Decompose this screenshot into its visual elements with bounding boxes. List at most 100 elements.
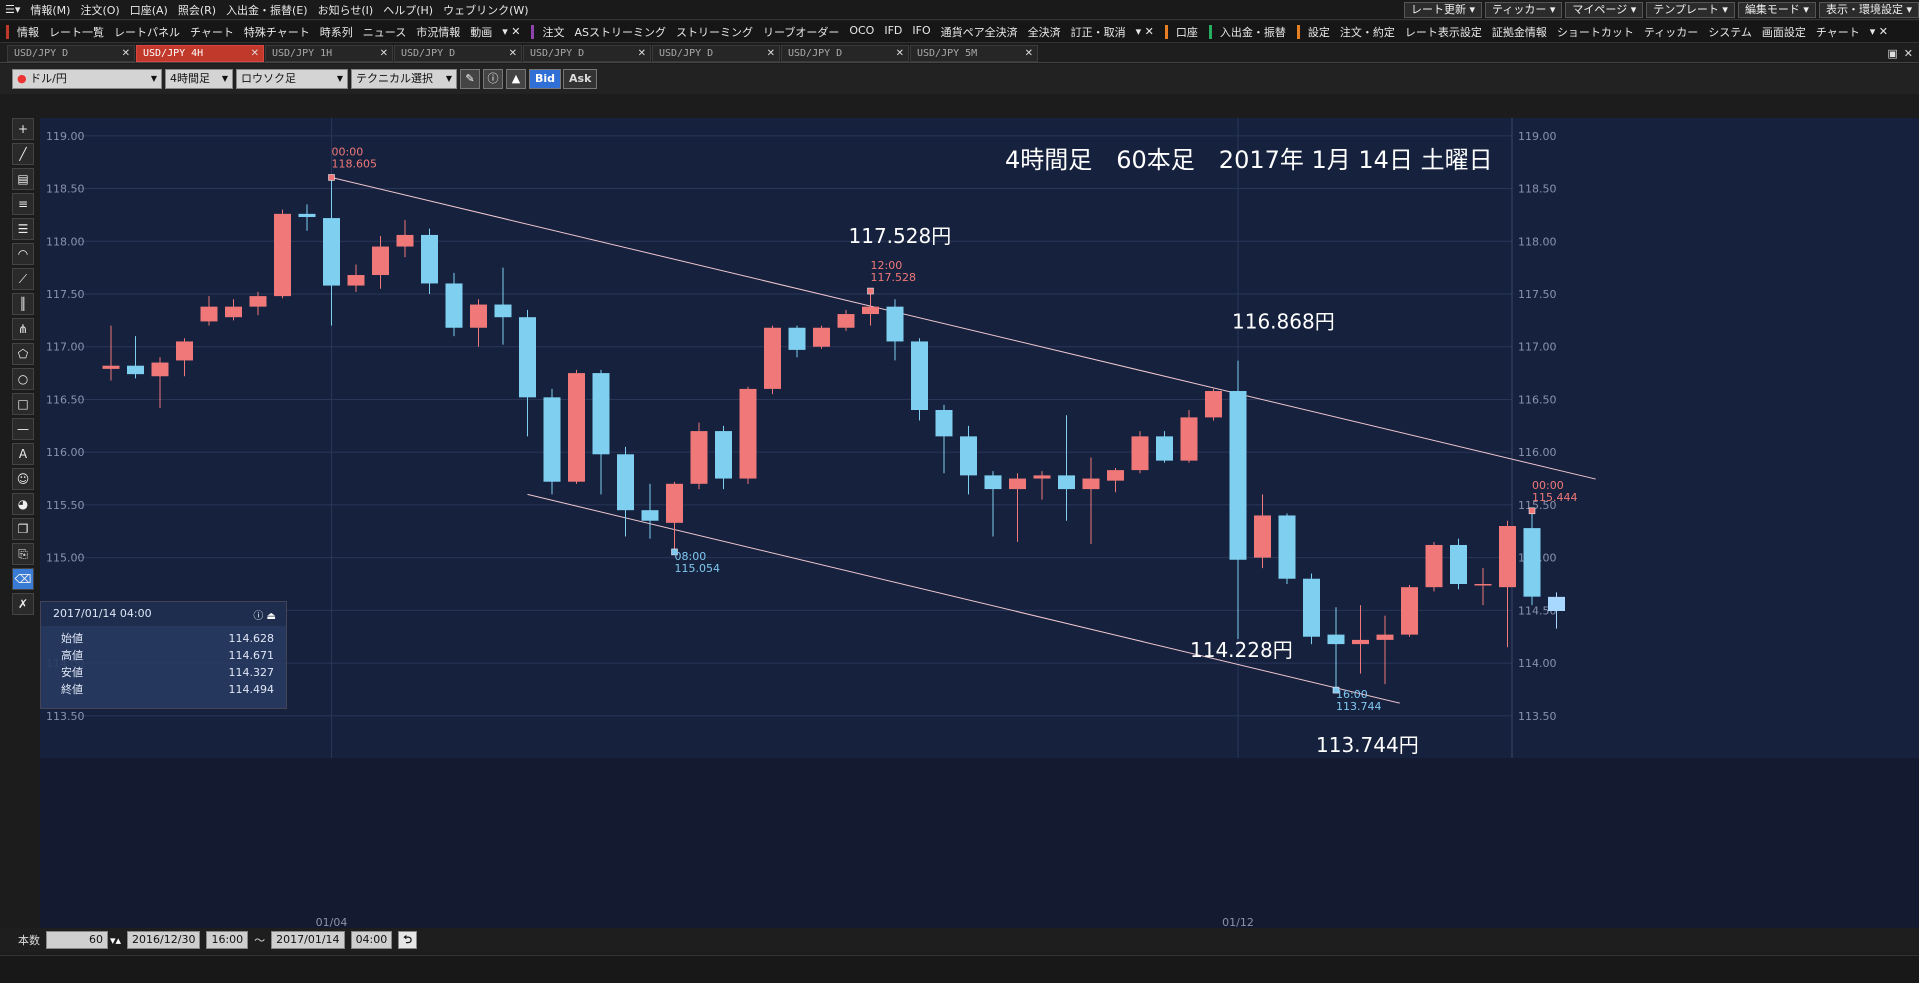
tab-chart[interactable]: USD/JPY 4H ✕ xyxy=(136,44,264,62)
toolbar-item[interactable]: 画面設定 xyxy=(1757,24,1811,40)
toolbar-more-icon[interactable]: ▾ ✕ xyxy=(497,25,525,38)
toolbar-item[interactable]: ストリーミング xyxy=(671,24,758,40)
toolbar-deposit[interactable]: 入出金・振替 xyxy=(1215,24,1291,40)
toolbar-item[interactable]: 証拠金情報 xyxy=(1487,24,1552,40)
tab-chart[interactable]: USD/JPY D ✕ xyxy=(652,44,780,62)
crosshair-icon[interactable]: + xyxy=(12,118,34,140)
toolbar-item[interactable]: 時系列 xyxy=(315,24,358,40)
tab-chart[interactable]: USD/JPY 1H ✕ xyxy=(265,44,393,62)
mountain-chart-icon[interactable]: ▲ xyxy=(506,69,526,89)
tab-chart[interactable]: USD/JPY D ✕ xyxy=(781,44,909,62)
menu-item[interactable]: ヘルプ(H) xyxy=(378,2,438,18)
to-date-input[interactable]: 2017/01/14 xyxy=(271,931,345,949)
toolbar-item[interactable]: リーブオーダー xyxy=(758,24,844,40)
line-icon[interactable]: — xyxy=(12,418,34,440)
toolbar-item[interactable]: 市況情報 xyxy=(411,24,465,40)
toolbar-item[interactable]: 全決済 xyxy=(1023,24,1066,40)
menu-item[interactable]: 口座(A) xyxy=(125,2,173,18)
toolbar-item[interactable]: 注文・約定 xyxy=(1335,24,1400,40)
vertical-lines-icon[interactable]: ║ xyxy=(12,293,34,315)
menu-item[interactable]: お知らせ(I) xyxy=(313,2,379,18)
toolbar-item[interactable]: 情報 xyxy=(12,24,44,40)
bid-button[interactable]: Bid xyxy=(529,69,562,89)
rectangle-icon[interactable]: □ xyxy=(12,393,34,415)
smiley-icon[interactable]: ☺ xyxy=(12,468,34,490)
close-icon[interactable]: ✕ xyxy=(896,46,904,61)
tab-chart[interactable]: USD/JPY D ✕ xyxy=(7,44,135,62)
toolbar-item[interactable]: チャート xyxy=(185,24,239,40)
close-icon[interactable]: ✕ xyxy=(1904,47,1913,60)
fan-icon[interactable]: ⟋ xyxy=(12,268,34,290)
tab-chart[interactable]: USD/JPY D ✕ xyxy=(523,44,651,62)
menu-item[interactable]: 注文(O) xyxy=(75,2,124,18)
ask-button[interactable]: Ask xyxy=(563,69,598,89)
trendline-icon[interactable]: ╱ xyxy=(12,143,34,165)
copy-icon[interactable]: ❐ xyxy=(12,518,34,540)
toolbar-item[interactable]: ショートカット xyxy=(1552,24,1639,40)
close-icon[interactable]: ✕ xyxy=(638,46,646,61)
toolbar-item[interactable]: ASストリーミング xyxy=(569,24,671,40)
toolbar-item[interactable]: ティッカー xyxy=(1639,24,1703,40)
restore-icon[interactable]: ▣ xyxy=(1887,47,1897,60)
pair-select[interactable]: ● ドル/円 xyxy=(12,69,162,89)
toolbar-item[interactable]: レート一覧 xyxy=(44,24,109,40)
toolbar-item[interactable]: 特殊チャート xyxy=(239,24,315,40)
app-menu-icon[interactable]: ☰▾ xyxy=(0,3,25,16)
toolbar-more-icon[interactable]: ▾ ✕ xyxy=(1131,25,1159,38)
toolbar-item[interactable]: IFO xyxy=(907,24,935,40)
menu-dropdown[interactable]: マイページ xyxy=(1565,1,1644,18)
menu-dropdown[interactable]: テンプレート xyxy=(1646,1,1735,18)
toolbar-item[interactable]: レートパネル xyxy=(109,24,185,40)
toolbar-item[interactable]: ニュース xyxy=(358,24,411,40)
tab-chart[interactable]: USD/JPY D ✕ xyxy=(394,44,522,62)
menu-dropdown[interactable]: レート更新 xyxy=(1404,1,1483,18)
toolbar-item[interactable]: 設定 xyxy=(1303,24,1335,40)
close-icon[interactable]: ✕ xyxy=(380,46,388,61)
count-stepper[interactable]: ▾▴ xyxy=(110,934,121,947)
toolbar-item[interactable]: 注文 xyxy=(537,24,569,40)
count-input[interactable]: 60 xyxy=(46,931,108,949)
stamp-icon[interactable]: ◕ xyxy=(12,493,34,515)
circle-icon[interactable]: ○ xyxy=(12,368,34,390)
eraser-icon[interactable]: ⌫ xyxy=(12,568,34,590)
arc-icon[interactable]: ◠ xyxy=(12,243,34,265)
toolbar-item[interactable]: チャート xyxy=(1811,24,1865,40)
multi-lines-icon[interactable]: ☰ xyxy=(12,218,34,240)
close-icon[interactable]: ✕ xyxy=(1025,46,1033,61)
from-time-input[interactable]: 16:00 xyxy=(206,931,249,949)
toolbar-item[interactable]: 訂正・取消 xyxy=(1066,24,1131,40)
menu-item[interactable]: 入出金・振替(E) xyxy=(221,2,313,18)
info-icon[interactable]: ⓘ xyxy=(483,69,503,89)
erase-all-icon[interactable]: ✗ xyxy=(12,593,34,615)
text-icon[interactable]: A xyxy=(12,443,34,465)
toolbar-item[interactable]: 動画 xyxy=(465,24,497,40)
menu-dropdown[interactable]: 表示・環境設定 xyxy=(1818,1,1919,18)
chart-style-select[interactable]: ロウソク足 xyxy=(236,69,348,89)
menu-dropdown[interactable]: 編集モード xyxy=(1737,1,1816,18)
toolbar-account[interactable]: 口座 xyxy=(1171,24,1203,40)
ruler-icon[interactable]: ▤ xyxy=(12,168,34,190)
tab-chart[interactable]: USD/JPY 5M ✕ xyxy=(910,44,1038,62)
from-date-input[interactable]: 2016/12/30 xyxy=(127,931,201,949)
chart-area[interactable]: 119.00 119.00 118.50 118.50 118.00 118.00 117.… xyxy=(40,118,1919,929)
pitchfork-icon[interactable]: ⋔ xyxy=(12,318,34,340)
menu-item[interactable]: ウェブリンク(W) xyxy=(438,2,533,18)
horizontal-lines-icon[interactable]: ≡ xyxy=(12,193,34,215)
toolbar-item[interactable]: システム xyxy=(1703,24,1757,40)
timeframe-select[interactable]: 4時間足 xyxy=(165,69,233,89)
toolbar-more-icon[interactable]: ▾ ✕ xyxy=(1865,25,1893,38)
ohlc-collapse-icon[interactable]: ⓘ ⏏ xyxy=(253,607,276,622)
close-icon[interactable]: ✕ xyxy=(122,46,130,61)
draw-pen-icon[interactable]: ✎ xyxy=(460,69,480,89)
candlestick-chart[interactable]: 119.00 119.00 118.50 118.50 118.00 118.00 117.… xyxy=(40,118,1919,929)
toolbar-item[interactable]: 通貨ペア全決済 xyxy=(936,24,1023,40)
to-time-input[interactable]: 04:00 xyxy=(350,931,393,949)
toolbar-item[interactable]: IFD xyxy=(879,24,907,40)
toolbar-item[interactable]: OCO xyxy=(844,24,879,40)
toolbar-item[interactable]: レート表示設定 xyxy=(1400,24,1487,40)
technical-select[interactable]: テクニカル選択 xyxy=(351,69,457,89)
menu-item[interactable]: 情報(M) xyxy=(25,2,75,18)
close-icon[interactable]: ✕ xyxy=(509,46,517,61)
close-icon[interactable]: ✕ xyxy=(767,46,775,61)
menu-dropdown[interactable]: ティッカー xyxy=(1485,1,1563,18)
